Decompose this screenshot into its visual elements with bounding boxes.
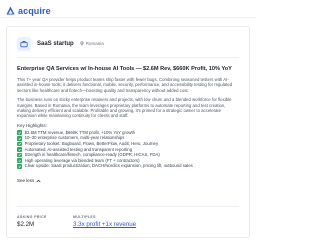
top-bar: acquire bbox=[0, 0, 256, 18]
see-less-button[interactable]: See less bbox=[17, 178, 41, 183]
brand-name[interactable]: acquire bbox=[18, 6, 51, 16]
asking-price-label: ASKING PRICE bbox=[17, 215, 47, 219]
highlight-item: Clear upside: SaaS productization, DACH/… bbox=[17, 163, 239, 169]
checkmark-icon bbox=[17, 152, 22, 158]
description-paragraph: This 7+ year QA provider helps product t… bbox=[17, 77, 233, 93]
briefcase-icon bbox=[17, 36, 31, 51]
multiples-value-link[interactable]: 3.3x profit +1x revenue bbox=[73, 221, 193, 228]
description-paragraph: The business runs on sticky enterprise r… bbox=[17, 97, 232, 119]
asking-price-value: $2.2M bbox=[17, 221, 35, 228]
chevron-up-icon bbox=[36, 179, 41, 182]
checkmark-icon bbox=[17, 130, 22, 135]
location: Romania bbox=[79, 41, 104, 46]
listing-card: SaaS startup Romania Enterprise QA Servi… bbox=[6, 26, 250, 238]
checkmark-icon bbox=[17, 163, 22, 169]
multiples: MULTIPLES 3.3x profit +1x revenue bbox=[73, 215, 193, 228]
metrics-row: ASKING PRICE $2.2M MULTIPLES 3.3x profit… bbox=[17, 206, 239, 228]
highlights-list: $2.6M TTM revenue, $660K TTM profit, +10… bbox=[17, 130, 239, 169]
multiples-label: MULTIPLES bbox=[73, 215, 96, 219]
checkmark-icon bbox=[17, 158, 22, 163]
listing-type: SaaS startup bbox=[37, 40, 74, 47]
highlights-title: Key Highlights: bbox=[17, 122, 48, 128]
asking-price: ASKING PRICE $2.2M bbox=[17, 215, 73, 228]
highlight-text: Clear upside: SaaS productization, DACH/… bbox=[24, 163, 193, 169]
checkmark-icon bbox=[17, 147, 22, 152]
checkmark-icon bbox=[17, 135, 22, 141]
page: acquire SaaS startup Romania Enterprise … bbox=[0, 0, 256, 243]
listing-header: SaaS startup Romania bbox=[17, 36, 239, 58]
listing-headline: Enterprise QA Services w/ In-house AI To… bbox=[17, 66, 232, 72]
location-text: Romania bbox=[85, 41, 104, 46]
checkmark-icon bbox=[17, 141, 22, 147]
acquire-logo-icon[interactable] bbox=[6, 6, 15, 15]
see-less-label: See less bbox=[17, 178, 35, 183]
location-pin-icon bbox=[79, 41, 84, 46]
